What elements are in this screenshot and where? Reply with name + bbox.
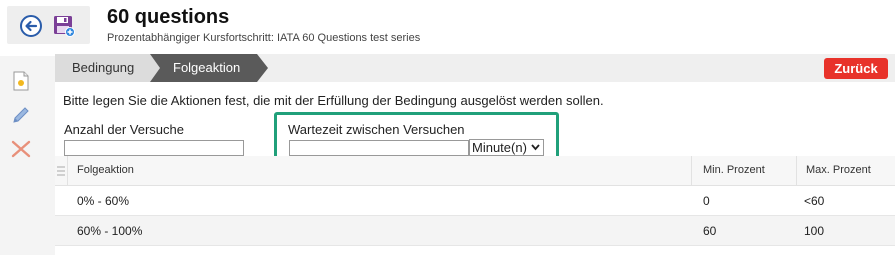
follow-up-table: Folgeaktion Min. Prozent Max. Prozent 0%… [55, 156, 895, 246]
left-toolbar [0, 56, 55, 255]
pencil-edit-icon[interactable] [10, 104, 32, 126]
breadcrumb-step-follow-up-action[interactable]: Folgeaktion [173, 60, 240, 75]
page-subtitle: Prozentabhängiger Kursfortschritt: IATA … [107, 32, 421, 44]
wait-unit-select[interactable]: Minute(n) [469, 139, 544, 156]
wait-unit-value: Minute(n) [472, 140, 527, 155]
cell-max-percent: 100 [804, 224, 825, 238]
column-separator [691, 156, 692, 186]
breadcrumb-step-condition[interactable]: Bedingung [72, 60, 134, 75]
new-document-icon[interactable] [10, 70, 32, 92]
breadcrumb: Bedingung Folgeaktion [55, 54, 895, 82]
table-row[interactable]: 0% - 60% 0 <60 [55, 186, 895, 216]
column-header-min-percent[interactable]: Min. Prozent [703, 164, 765, 176]
page-title: 60 questions [107, 6, 230, 28]
cell-max-percent: <60 [804, 194, 825, 208]
delete-x-icon[interactable] [10, 138, 32, 160]
chevron-down-icon [531, 144, 540, 151]
column-drag-icon[interactable] [57, 166, 65, 176]
table-row[interactable]: 60% - 100% 60 100 [55, 216, 895, 246]
back-arrow-circle-icon[interactable] [19, 14, 43, 38]
column-separator [67, 156, 68, 186]
cell-min-percent: 60 [703, 224, 717, 238]
cell-action: 60% - 100% [77, 224, 143, 238]
cell-min-percent: 0 [703, 194, 710, 208]
back-button[interactable]: Zurück [824, 58, 888, 79]
table-header: Folgeaktion Min. Prozent Max. Prozent [55, 156, 895, 186]
floppy-save-icon[interactable] [52, 14, 76, 38]
attempts-label: Anzahl der Versuche [64, 122, 184, 137]
wait-time-input[interactable] [289, 140, 469, 156]
page-header: 60 questions Prozentabhängiger Kursforts… [0, 0, 895, 52]
instruction-text: Bitte legen Sie die Aktionen fest, die m… [63, 93, 604, 108]
wait-time-label: Wartezeit zwischen Versuchen [288, 122, 465, 137]
column-header-action[interactable]: Folgeaktion [77, 164, 134, 176]
column-separator [796, 156, 797, 186]
cell-action: 0% - 60% [77, 194, 130, 208]
column-header-max-percent[interactable]: Max. Prozent [806, 164, 871, 176]
header-toolbar [7, 6, 90, 44]
attempts-input[interactable] [64, 140, 244, 156]
